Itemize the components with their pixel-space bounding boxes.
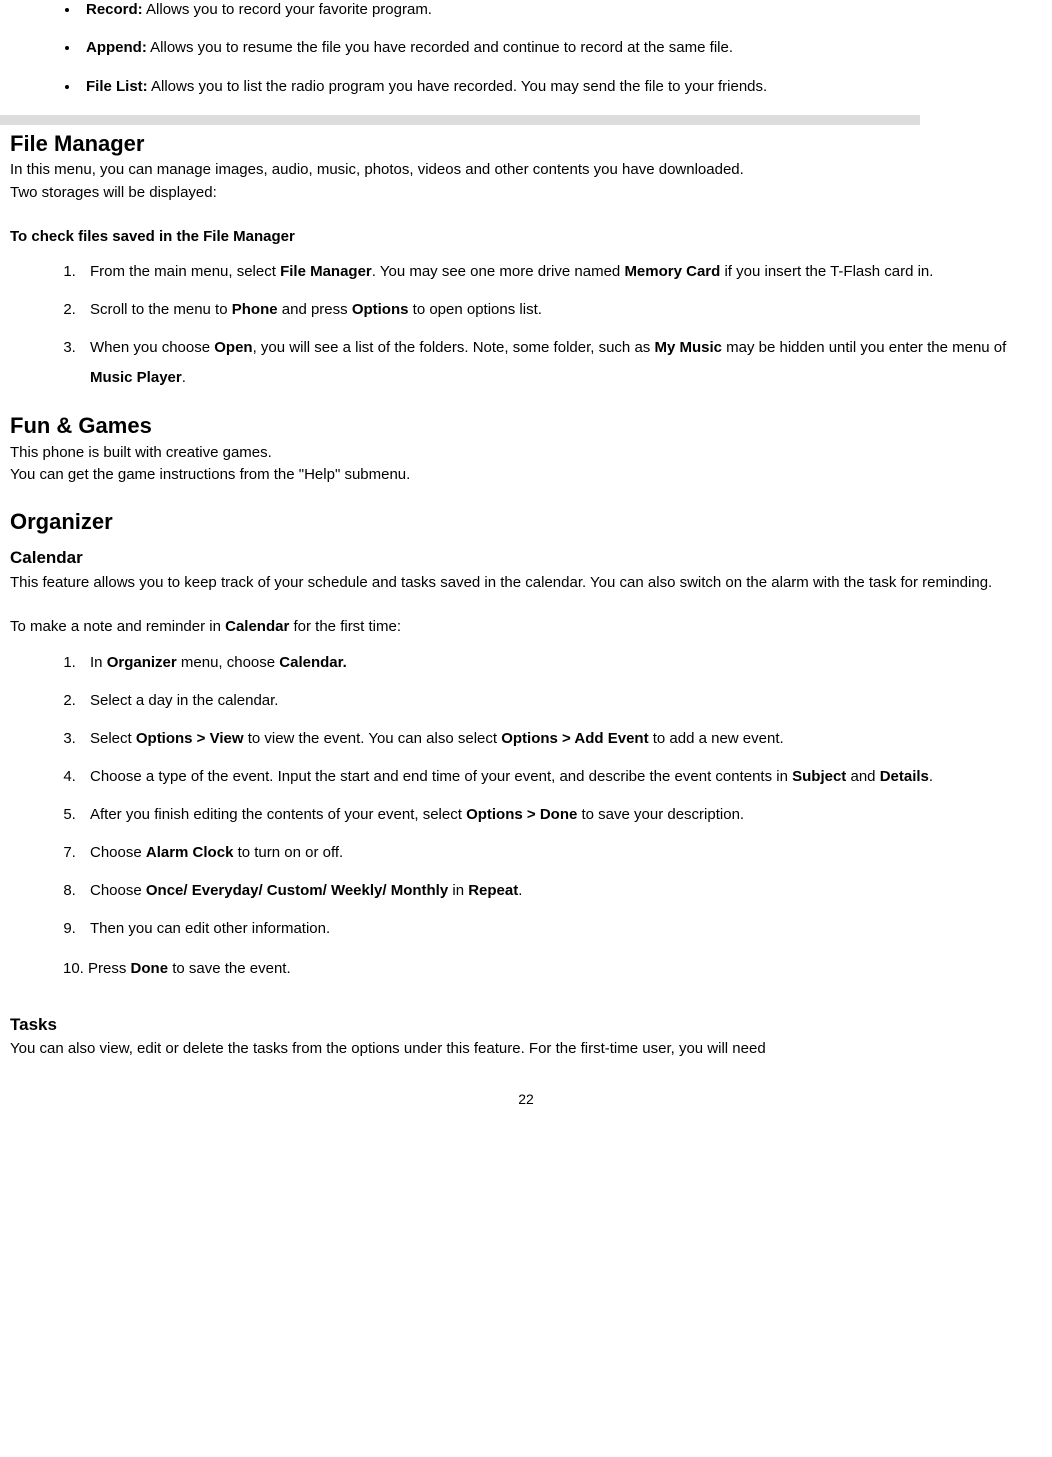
fun-games-line-1: This phone is built with creative games.	[10, 443, 1042, 463]
calendar-steps-cont: 10. Press Done to save the event.	[10, 954, 1042, 984]
heading-file-manager: File Manager	[10, 129, 1042, 159]
bullet-file-list: File List: Allows you to list the radio …	[80, 77, 1042, 97]
tasks-text: You can also view, edit or delete the ta…	[10, 1039, 1042, 1059]
heading-fun-games: Fun & Games	[10, 411, 1042, 441]
cal-step-4: Choose a type of the event. Input the st…	[80, 762, 1042, 792]
fm-step-2: Scroll to the menu to Phone and press Op…	[80, 295, 1042, 325]
heading-tasks: Tasks	[10, 1014, 1042, 1037]
file-manager-steps: From the main menu, select File Manager.…	[10, 257, 1042, 393]
cal-step-7: Choose Alarm Clock to turn on or off.	[80, 838, 1042, 868]
fm-step-3: When you choose Open, you will see a lis…	[80, 333, 1042, 393]
bullet-append: Append: Allows you to resume the file yo…	[80, 38, 1042, 58]
fun-games-line-2: You can get the game instructions from t…	[10, 465, 1042, 485]
bullet-label: Record:	[86, 1, 143, 18]
fm-step-1: From the main menu, select File Manager.…	[80, 257, 1042, 287]
bullet-record: Record: Allows you to record your favori…	[80, 0, 1042, 20]
file-manager-subheading: To check files saved in the File Manager	[10, 227, 1042, 247]
bullet-text: Allows you to list the radio program you…	[148, 78, 768, 95]
calendar-lead: To make a note and reminder in Calendar …	[10, 617, 1042, 637]
cal-step-3: Select Options > View to view the event.…	[80, 724, 1042, 754]
bullet-label: Append:	[86, 39, 147, 56]
bullet-text: Allows you to resume the file you have r…	[147, 39, 733, 56]
file-manager-intro-2: Two storages will be displayed:	[10, 183, 1042, 203]
cal-step-1: In Organizer menu, choose Calendar.	[80, 648, 1042, 678]
file-manager-intro-1: In this menu, you can manage images, aud…	[10, 160, 1042, 180]
cal-step-8: Choose Once/ Everyday/ Custom/ Weekly/ M…	[80, 876, 1042, 906]
heading-organizer: Organizer	[10, 507, 1042, 537]
cal-step-10: 10. Press Done to save the event.	[53, 954, 1042, 984]
heading-calendar: Calendar	[10, 547, 1042, 570]
bullet-text: Allows you to record your favorite progr…	[143, 1, 432, 18]
cal-step-9: Then you can edit other information.	[80, 914, 1042, 944]
section-divider	[0, 115, 920, 125]
cal-step-5: After you finish editing the contents of…	[80, 800, 1042, 830]
page-number: 22	[10, 1090, 1042, 1109]
record-options-list: Record: Allows you to record your favori…	[10, 0, 1042, 97]
cal-step-2: Select a day in the calendar.	[80, 686, 1042, 716]
bullet-label: File List:	[86, 78, 148, 95]
calendar-steps: In Organizer menu, choose Calendar. Sele…	[10, 648, 1042, 944]
calendar-intro: This feature allows you to keep track of…	[10, 573, 1042, 593]
